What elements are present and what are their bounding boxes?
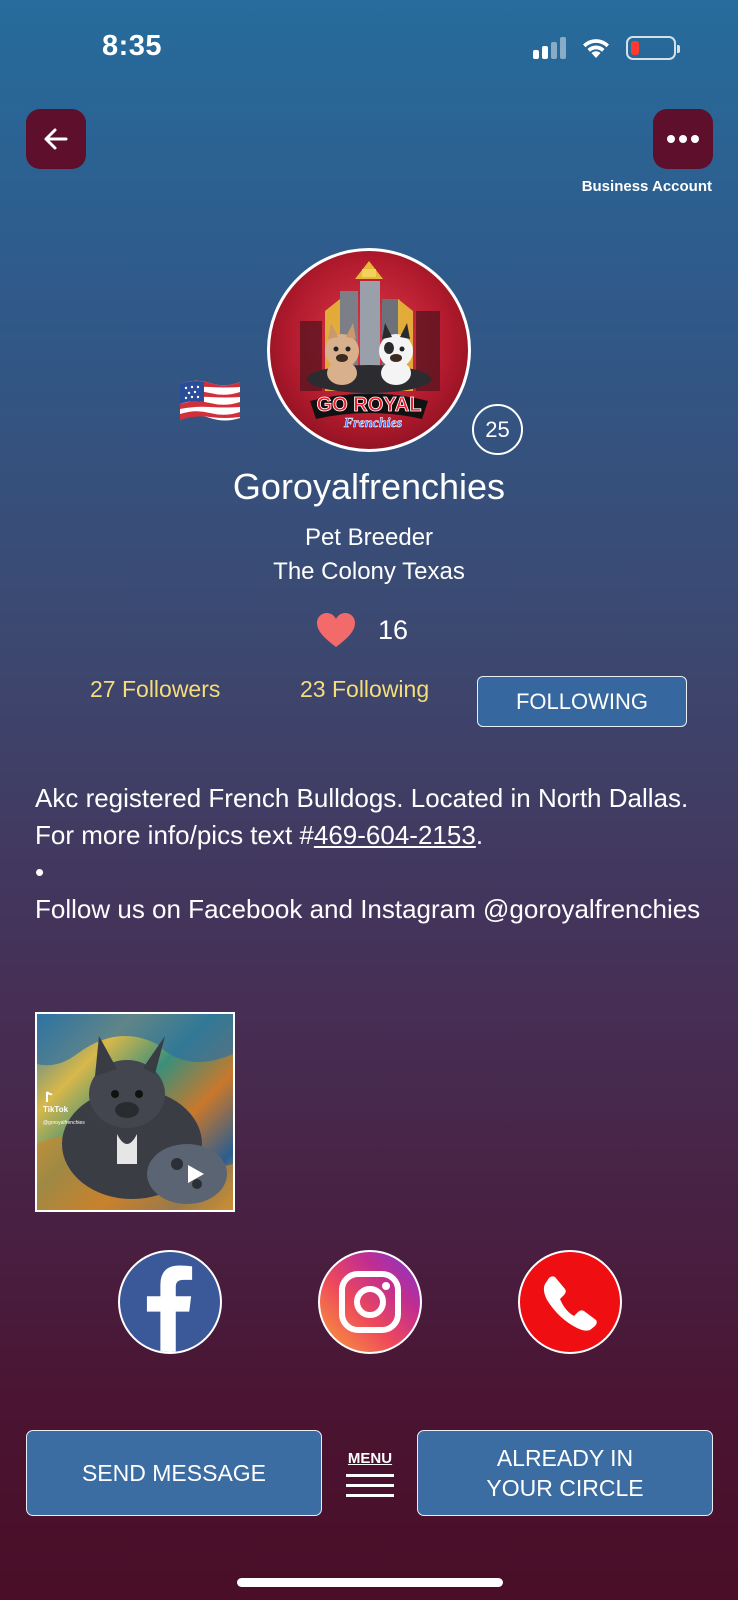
facebook-icon: [146, 1265, 193, 1352]
instagram-icon: [339, 1271, 401, 1333]
cellular-signal-icon: [533, 37, 566, 59]
us-flag-icon: [178, 378, 242, 429]
call-button[interactable]: [518, 1250, 622, 1354]
circle-status-button[interactable]: ALREADY IN YOUR CIRCLE: [417, 1430, 713, 1516]
status-bar: 8:35: [0, 0, 738, 100]
profile-category: Pet Breeder: [304, 524, 434, 551]
badge-count: 25: [472, 404, 523, 455]
facebook-button[interactable]: [118, 1250, 222, 1354]
heart-icon[interactable]: [316, 612, 356, 648]
following-link[interactable]: 23 Following: [300, 676, 429, 703]
profile-username: Goroyalfrenchies: [232, 466, 506, 507]
bio-phone-link[interactable]: 469-604-2153: [314, 820, 476, 850]
status-time: 8:35: [102, 30, 163, 62]
menu-button[interactable]: MENU: [342, 1450, 398, 1497]
ellipsis-icon: [667, 135, 699, 143]
bio-text-end: .: [475, 820, 484, 850]
menu-label: MENU: [347, 1450, 393, 1467]
following-button[interactable]: FOLLOWING: [477, 676, 687, 727]
svg-text:TikTok: TikTok: [43, 1105, 69, 1114]
go-royal-frenchies-logo: GO ROYAL Frenchies: [300, 261, 440, 431]
bio-bullet: •: [35, 857, 45, 887]
svg-text:@goroyalfrenchies: @goroyalfrenchies: [43, 1120, 85, 1126]
home-indicator[interactable]: [237, 1578, 503, 1587]
svg-text:Frenchies: Frenchies: [343, 416, 403, 431]
more-options-button[interactable]: [653, 109, 713, 169]
profile-location: The Colony Texas: [273, 558, 465, 585]
followers-link[interactable]: 27 Followers: [90, 676, 220, 703]
send-message-button[interactable]: SEND MESSAGE: [26, 1430, 322, 1516]
likes-group[interactable]: 16: [316, 612, 408, 648]
profile-avatar[interactable]: GO ROYAL Frenchies: [267, 248, 471, 452]
account-type-label: Business Account: [581, 178, 712, 195]
battery-level: [631, 41, 639, 55]
status-icons: [533, 36, 680, 60]
likes-count: 16: [378, 614, 409, 645]
phone-icon: [543, 1276, 597, 1331]
bio-follow-text: Follow us on Facebook and Instagram @gor…: [35, 894, 701, 924]
svg-text:GO ROYAL: GO ROYAL: [317, 394, 422, 416]
back-button[interactable]: [26, 109, 86, 169]
video-thumbnail[interactable]: TikTok @goroyalfrenchies: [35, 1012, 235, 1212]
hamburger-icon: [342, 1474, 398, 1497]
battery-icon: [626, 36, 680, 60]
instagram-button[interactable]: [318, 1250, 422, 1354]
profile-bio: Akc registered French Bulldogs. Located …: [35, 780, 705, 928]
circle-status-line1: ALREADY IN: [496, 1445, 634, 1471]
arrow-left-icon: [44, 128, 68, 150]
wifi-icon: [583, 39, 609, 58]
play-icon[interactable]: [183, 1162, 207, 1186]
circle-status-line2: YOUR CIRCLE: [486, 1475, 644, 1501]
